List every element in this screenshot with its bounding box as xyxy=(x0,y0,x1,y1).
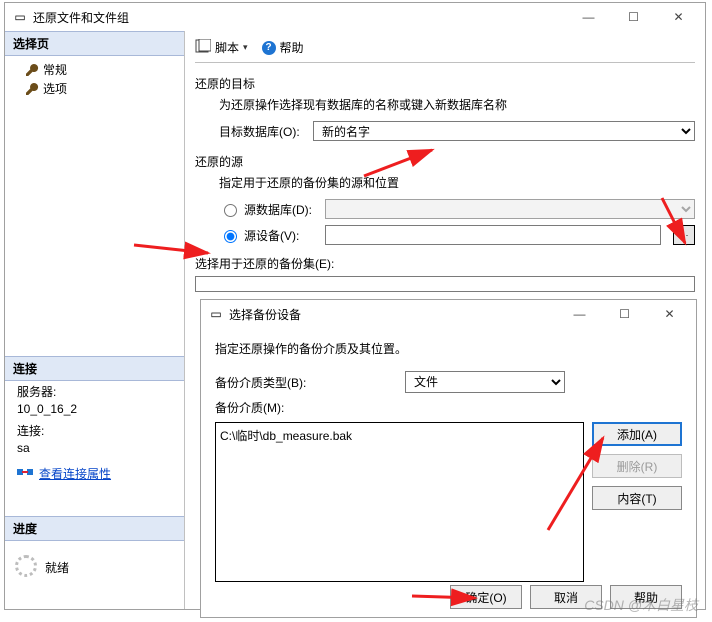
sidebar-item-general[interactable]: 常规 xyxy=(7,60,184,79)
window-title: 还原文件和文件组 xyxy=(33,9,566,26)
maximize-button[interactable]: ☐ xyxy=(611,3,656,31)
sidebar-item-options[interactable]: 选项 xyxy=(7,79,184,98)
sub-titlebar: ▭ 选择备份设备 — ☐ ✕ xyxy=(201,300,696,328)
sidebar-item-label: 选项 xyxy=(43,80,67,97)
source-device-radio-input[interactable] xyxy=(224,230,237,243)
backup-set-grid[interactable] xyxy=(195,276,695,292)
media-list-item[interactable]: C:\临时\db_measure.bak xyxy=(220,427,579,444)
sub-close-button[interactable]: ✕ xyxy=(647,300,692,328)
help-button[interactable]: 帮助 xyxy=(280,39,304,56)
media-list[interactable]: C:\临时\db_measure.bak xyxy=(215,422,584,582)
target-hint: 为还原操作选择现有数据库的名称或键入新数据库名称 xyxy=(195,96,695,113)
media-type-combo[interactable]: 文件 xyxy=(405,371,565,393)
connection-icon xyxy=(17,466,33,481)
media-type-label: 备份介质类型(B): xyxy=(215,374,405,391)
source-device-browse-button[interactable]: ... xyxy=(673,225,695,245)
source-device-input[interactable] xyxy=(325,225,661,245)
media-label: 备份介质(M): xyxy=(215,399,405,416)
add-button[interactable]: 添加(A) xyxy=(592,422,682,446)
connection-value: sa xyxy=(17,441,178,455)
minimize-button[interactable]: — xyxy=(566,3,611,31)
connection-header: 连接 xyxy=(5,356,184,381)
wrench-icon xyxy=(25,63,39,77)
sub-maximize-button[interactable]: ☐ xyxy=(602,300,647,328)
sidebar-item-label: 常规 xyxy=(43,61,67,78)
select-page-header: 选择页 xyxy=(5,31,184,56)
sub-minimize-button[interactable]: — xyxy=(557,300,602,328)
target-db-combo[interactable]: 新的名字 xyxy=(313,121,695,141)
source-section-title: 还原的源 xyxy=(195,153,695,170)
sub-window-title: 选择备份设备 xyxy=(229,306,557,323)
progress-spinner-icon xyxy=(15,555,37,577)
source-device-radio[interactable]: 源设备(V): xyxy=(219,227,319,244)
app-icon: ▭ xyxy=(13,10,27,24)
content-button[interactable]: 内容(T) xyxy=(592,486,682,510)
target-db-label: 目标数据库(O): xyxy=(219,123,307,140)
main-titlebar: ▭ 还原文件和文件组 — ☐ ✕ xyxy=(5,3,705,31)
sub-hint: 指定还原操作的备份介质及其位置。 xyxy=(215,340,682,357)
server-value: 10_0_16_2 xyxy=(17,402,178,416)
script-icon xyxy=(195,39,211,56)
connection-label: 连接: xyxy=(17,422,178,439)
app-icon: ▭ xyxy=(209,307,223,321)
script-button[interactable]: 脚本 xyxy=(215,39,239,56)
source-db-radio-input[interactable] xyxy=(224,204,237,217)
ok-button[interactable]: 确定(O) xyxy=(450,585,522,609)
watermark: CSDN @木白星枝 xyxy=(584,595,698,615)
script-dropdown-icon[interactable]: ▾ xyxy=(243,42,248,53)
source-hint: 指定用于还原的备份集的源和位置 xyxy=(195,174,695,191)
backup-set-label: 选择用于还原的备份集(E): xyxy=(195,255,334,272)
server-label: 服务器: xyxy=(17,383,178,400)
progress-status: 就绪 xyxy=(45,559,69,576)
help-icon: ? xyxy=(262,41,276,55)
source-db-combo xyxy=(325,199,695,219)
progress-header: 进度 xyxy=(5,516,184,541)
view-connection-props-link[interactable]: 查看连接属性 xyxy=(39,465,111,482)
source-db-radio[interactable]: 源数据库(D): xyxy=(219,201,319,218)
close-button[interactable]: ✕ xyxy=(656,3,701,31)
target-section-title: 还原的目标 xyxy=(195,75,695,92)
delete-button: 删除(R) xyxy=(592,454,682,478)
wrench-icon xyxy=(25,82,39,96)
